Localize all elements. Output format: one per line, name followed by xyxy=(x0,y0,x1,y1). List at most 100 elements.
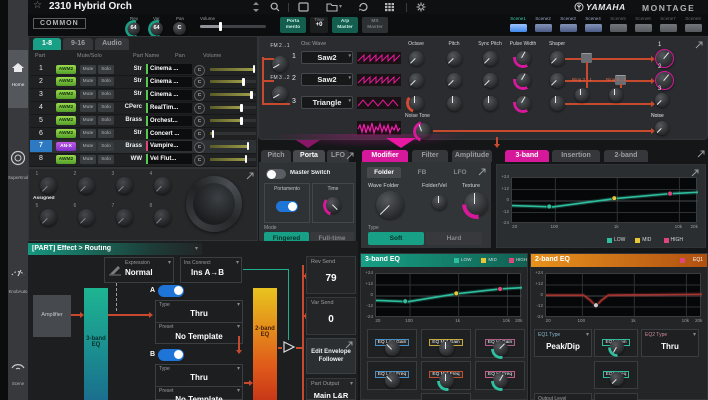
tab-filter[interactable]: Filter xyxy=(412,150,448,162)
osc3-pulse-width-knob[interactable] xyxy=(516,96,531,111)
ins-a-preset-caret-icon[interactable]: ▾ xyxy=(237,323,240,330)
eq-mid-gain-knob[interactable] xyxy=(439,341,454,356)
part-name[interactable]: Cinema ... xyxy=(146,64,192,74)
expand-icon[interactable] xyxy=(697,150,705,158)
eq2-type-box[interactable]: EQ2 Type ▾ Thru xyxy=(641,329,699,357)
part-tab-1-8[interactable]: 1-8 xyxy=(33,38,61,50)
scene-led[interactable] xyxy=(510,24,527,32)
folder-caret-icon[interactable]: ▾ xyxy=(339,3,342,10)
osc3-sync-pitch-knob[interactable] xyxy=(483,96,498,111)
ins-b-type-value[interactable]: Thru xyxy=(156,373,242,382)
volume-handle[interactable] xyxy=(253,65,256,73)
assign-knob-5[interactable] xyxy=(40,209,57,226)
osc1-sync-pitch-knob[interactable] xyxy=(483,51,498,66)
pan-knob[interactable]: C xyxy=(194,65,205,76)
scene-button-1[interactable]: Scene1 xyxy=(507,16,529,34)
ins-b-preset-value[interactable]: No Template xyxy=(156,395,242,400)
eq-mid-freq-knob[interactable] xyxy=(439,373,454,388)
volume-slider[interactable] xyxy=(210,158,256,161)
sidebar-item-knobauto[interactable]: KnobAuto xyxy=(8,262,28,296)
expand-icon[interactable] xyxy=(478,168,486,176)
pan-knob[interactable]: C xyxy=(194,142,205,153)
mute-button[interactable]: Mute xyxy=(80,90,96,99)
volume-handle[interactable] xyxy=(242,78,245,86)
scene-led[interactable] xyxy=(585,24,602,32)
volume-handle[interactable] xyxy=(250,91,253,99)
volume-handle[interactable] xyxy=(212,130,215,138)
ins-a-toggle[interactable] xyxy=(158,285,184,297)
osc-wave-select-2[interactable]: Saw2▾ xyxy=(301,73,353,86)
part-number[interactable]: 7 xyxy=(30,140,52,152)
part-row[interactable]: 3AWM2MuteSoloStrCinema ...C xyxy=(30,89,256,102)
solo-button[interactable]: Solo xyxy=(98,77,114,86)
osc1-pulse-width-knob[interactable] xyxy=(516,51,531,66)
solo-button[interactable]: Solo xyxy=(98,116,114,125)
volume-slider[interactable] xyxy=(210,93,256,96)
fm21-knob[interactable] xyxy=(272,56,288,72)
eq2-routing-bar[interactable]: 2-bandEQ xyxy=(253,288,277,400)
volume-slider[interactable] xyxy=(210,68,256,71)
osc3-pitch-knob[interactable] xyxy=(447,96,462,111)
pan-knob[interactable]: C xyxy=(194,90,205,101)
pan-knob[interactable]: C xyxy=(194,129,205,140)
amplifier-block[interactable]: Amplifier xyxy=(33,295,71,337)
part-number[interactable]: 3 xyxy=(30,89,52,101)
osc1-pitch-knob[interactable] xyxy=(447,51,462,66)
assign-knob-7[interactable] xyxy=(116,209,133,226)
solo-button[interactable]: Solo xyxy=(98,142,114,151)
osc-wave-select-1[interactable]: Saw2▾ xyxy=(301,51,353,64)
eq-low-freq-knob[interactable] xyxy=(385,373,400,388)
portamento-toggle[interactable] xyxy=(276,201,298,212)
ins-b-toggle[interactable] xyxy=(158,349,184,361)
volume-handle[interactable] xyxy=(240,117,243,125)
tab-2-band[interactable]: 2-band xyxy=(604,150,648,162)
eq-hi-gain-knob[interactable] xyxy=(493,341,508,356)
super-knob[interactable] xyxy=(186,176,242,232)
part-number[interactable]: 1 xyxy=(30,63,52,75)
sidebar-item-home[interactable]: Home xyxy=(8,50,28,108)
part-tab-9-16[interactable]: 9-16 xyxy=(63,38,93,50)
master-switch-toggle[interactable] xyxy=(266,169,286,179)
eq1-gain-knob[interactable] xyxy=(610,340,624,354)
part-output-box[interactable]: Part Output ▾ Main L&R xyxy=(306,378,356,400)
mute-button[interactable]: Mute xyxy=(80,77,96,86)
assign-knob-6[interactable] xyxy=(78,209,95,226)
osc2-octave-knob[interactable] xyxy=(409,73,424,88)
part-number[interactable]: 2 xyxy=(30,76,52,88)
performance-spinner[interactable] xyxy=(252,1,260,13)
tab-3-band[interactable]: 3-band xyxy=(505,150,549,162)
graph-area[interactable] xyxy=(545,273,701,317)
volume-slider[interactable] xyxy=(210,145,256,148)
scene-led[interactable] xyxy=(635,24,652,32)
soft-button[interactable]: Soft xyxy=(368,232,424,245)
search-icon[interactable] xyxy=(270,2,280,12)
scene-button-3[interactable]: Scene3 xyxy=(557,16,579,34)
pan-knob[interactable]: C xyxy=(194,155,205,166)
mute-button[interactable]: Mute xyxy=(80,142,96,151)
routing-header[interactable]: [PART] Effect > Routing ▾ xyxy=(28,243,202,255)
eq1-freq-knob[interactable] xyxy=(610,372,624,386)
volume-slider[interactable] xyxy=(210,80,256,83)
expand-icon[interactable] xyxy=(246,172,254,180)
scene-led[interactable] xyxy=(535,24,552,32)
mute-button[interactable]: Mute xyxy=(80,103,96,112)
eq-low-gain-knob[interactable] xyxy=(385,341,400,356)
part-name[interactable]: Concert ... xyxy=(146,129,192,139)
ins-b-type-caret-icon[interactable]: ▾ xyxy=(237,365,240,372)
scene-led[interactable] xyxy=(610,24,627,32)
output-level-box[interactable]: Output Level +0.0dB xyxy=(534,393,592,400)
scene-led[interactable] xyxy=(685,24,702,32)
expand-icon[interactable] xyxy=(695,41,703,49)
porta-time-knob[interactable] xyxy=(325,197,341,213)
part-tab-Audio[interactable]: Audio xyxy=(95,38,129,50)
gear-icon[interactable] xyxy=(416,2,426,12)
eq3-routing-bar[interactable]: 3-bandEQ xyxy=(84,288,108,400)
part-name[interactable]: Cinema ... xyxy=(146,77,192,87)
volume-slider[interactable] xyxy=(210,132,256,135)
osc1-shaper-knob[interactable] xyxy=(550,51,565,66)
volume-handle[interactable] xyxy=(247,142,250,150)
volume-handle[interactable] xyxy=(240,104,243,112)
inner-tab-lfo[interactable]: LFO xyxy=(443,167,477,178)
assign-knob-4[interactable] xyxy=(154,177,171,194)
tab-pitch[interactable]: Pitch xyxy=(261,150,291,162)
